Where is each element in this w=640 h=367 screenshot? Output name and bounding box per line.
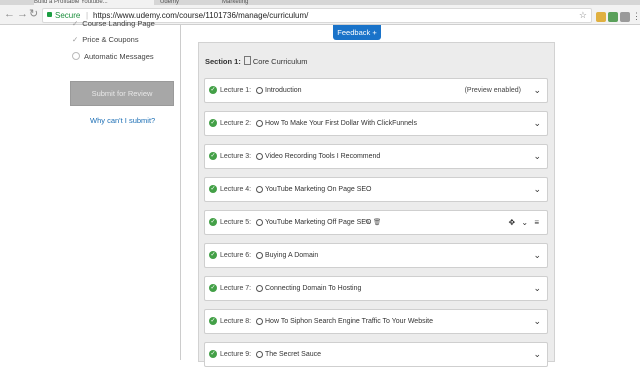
chevron-down-icon[interactable]: ⌄ <box>533 343 541 366</box>
lecture-row[interactable]: ✓ Lecture 8: How To Siphon Search Engine… <box>204 309 548 334</box>
check-icon: ✓ <box>72 19 79 28</box>
check-icon: ✓ <box>209 119 217 127</box>
check-icon: ✓ <box>209 350 217 358</box>
extension-icon[interactable] <box>620 12 630 22</box>
lecture-number: Lecture 3: <box>220 153 252 160</box>
document-icon <box>243 56 251 65</box>
chevron-down-icon[interactable]: ⌄ <box>533 244 541 267</box>
sidebar-item-label: Automatic Messages <box>84 52 154 61</box>
lecture-row[interactable]: ✓ Lecture 1: Introduction (Preview enabl… <box>204 78 548 103</box>
row-tools: ✥ ⌄ ≡ <box>508 211 541 234</box>
lecture-number: Lecture 2: <box>220 120 252 127</box>
lecture-number: Lecture 1: <box>220 87 252 94</box>
sidebar-item-landing-page[interactable]: ✓ Course Landing Page <box>72 19 155 28</box>
feedback-button[interactable]: Feedback + <box>333 25 381 40</box>
sidebar-divider <box>180 25 181 360</box>
lecture-title[interactable]: YouTube Marketing On Page SEO <box>265 178 372 201</box>
section-header: Section 1: Core Curriculum <box>205 56 307 66</box>
back-icon[interactable]: ← <box>4 8 15 21</box>
empty-circle-icon <box>72 52 80 60</box>
lecture-number: Lecture 5: <box>220 219 252 226</box>
forward-icon[interactable]: → <box>17 8 28 21</box>
lecture-title[interactable]: The Secret Sauce <box>265 343 321 366</box>
check-icon: ✓ <box>72 35 79 44</box>
check-icon: ✓ <box>209 218 217 226</box>
play-circle-icon <box>256 87 263 94</box>
lecture-number: Lecture 4: <box>220 186 252 193</box>
lock-icon <box>47 12 52 17</box>
play-circle-icon <box>256 252 263 259</box>
lecture-title[interactable]: How To Siphon Search Engine Traffic To Y… <box>265 310 433 333</box>
lecture-row[interactable]: ✓ Lecture 4: YouTube Marketing On Page S… <box>204 177 548 202</box>
lecture-number: Lecture 6: <box>220 252 252 259</box>
chevron-down-icon[interactable]: ⌄ <box>533 112 541 135</box>
lecture-number: Lecture 8: <box>220 318 252 325</box>
check-icon: ✓ <box>209 251 217 259</box>
sidebar-item-automatic-messages[interactable]: Automatic Messages <box>72 52 154 61</box>
submit-for-review-button[interactable]: Submit for Review <box>70 81 174 106</box>
lecture-title[interactable]: Introduction <box>265 79 302 102</box>
lecture-row[interactable]: ✓ Lecture 6: Buying A Domain ⌄ <box>204 243 548 268</box>
preview-status: (Preview enabled) <box>464 87 521 94</box>
chevron-down-icon[interactable]: ⌄ <box>533 145 541 168</box>
trash-icon[interactable]: 🗑 <box>373 211 381 234</box>
lecture-row[interactable]: ✓ Lecture 7: Connecting Domain To Hostin… <box>204 276 548 301</box>
hamburger-icon[interactable]: ≡ <box>534 218 541 227</box>
lecture-row[interactable]: ✓ Lecture 9: The Secret Sauce ⌄ <box>204 342 548 367</box>
play-circle-icon <box>256 153 263 160</box>
check-icon: ✓ <box>209 284 217 292</box>
lecture-row[interactable]: ✓ Lecture 2: How To Make Your First Doll… <box>204 111 548 136</box>
bookmark-star-icon[interactable]: ☆ <box>579 9 587 22</box>
section-title: Core Curriculum <box>252 57 308 66</box>
browser-menu-icon[interactable]: ⋮ <box>632 11 640 22</box>
section-label: Section 1: <box>205 57 241 66</box>
chevron-down-icon[interactable]: ⌄ <box>533 79 541 102</box>
sidebar-item-label: Price & Coupons <box>82 35 139 44</box>
reload-icon[interactable]: ↻ <box>29 8 38 21</box>
lecture-title[interactable]: Video Recording Tools I Recommend <box>265 145 380 168</box>
chevron-down-icon[interactable]: ⌄ <box>533 277 541 300</box>
lecture-number: Lecture 9: <box>220 351 252 358</box>
lecture-title[interactable]: How To Make Your First Dollar With Click… <box>265 112 417 135</box>
play-circle-icon <box>256 351 263 358</box>
check-icon: ✓ <box>209 185 217 193</box>
lecture-number: Lecture 7: <box>220 285 252 292</box>
chevron-down-icon[interactable]: ⌄ <box>533 178 541 201</box>
pencil-icon[interactable]: ✎ <box>365 211 370 234</box>
play-circle-icon <box>256 285 263 292</box>
chevron-down-icon[interactable]: ⌄ <box>521 218 530 227</box>
extension-icon[interactable] <box>608 12 618 22</box>
sidebar-item-price-coupons[interactable]: ✓ Price & Coupons <box>72 35 139 44</box>
lecture-row[interactable]: ✓ Lecture 5: YouTube Marketing Off Page … <box>204 210 548 235</box>
play-circle-icon <box>256 219 263 226</box>
lecture-title[interactable]: Connecting Domain To Hosting <box>265 277 361 300</box>
check-icon: ✓ <box>209 86 217 94</box>
play-circle-icon <box>256 120 263 127</box>
course-sidebar: ✓ Course Landing Page ✓ Price & Coupons Au… <box>62 19 180 360</box>
lecture-row[interactable]: ✓ Lecture 3: Video Recording Tools I Rec… <box>204 144 548 169</box>
extension-icon[interactable] <box>596 12 606 22</box>
play-circle-icon <box>256 318 263 325</box>
chevron-down-icon[interactable]: ⌄ <box>533 310 541 333</box>
curriculum-section: Section 1: Core Curriculum ✓ Lecture 1: I… <box>198 42 555 367</box>
why-cant-submit-link[interactable]: Why can't I submit? <box>90 116 155 125</box>
move-icon[interactable]: ✥ <box>508 218 517 227</box>
lecture-title[interactable]: Buying A Domain <box>265 244 318 267</box>
sidebar-item-label: Course Landing Page <box>82 19 155 28</box>
lecture-title[interactable]: YouTube Marketing Off Page SEO <box>265 211 371 234</box>
check-icon: ✓ <box>209 317 217 325</box>
check-icon: ✓ <box>209 152 217 160</box>
play-circle-icon <box>256 186 263 193</box>
